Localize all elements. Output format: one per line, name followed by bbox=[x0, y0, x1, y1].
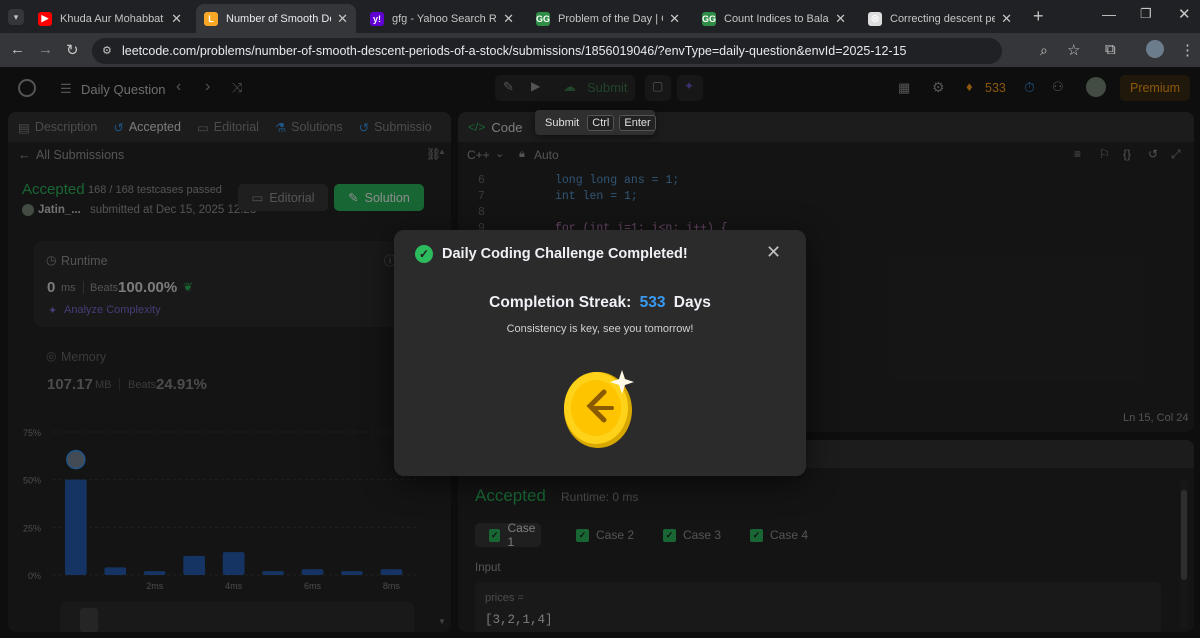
close-icon[interactable]: ✕ bbox=[766, 242, 781, 263]
extensions-icon[interactable]: ⧉ bbox=[1105, 41, 1116, 58]
tab-title: gfg - Yahoo Search Results bbox=[392, 12, 497, 25]
url-text: leetcode.com/problems/number-of-smooth-d… bbox=[122, 44, 907, 58]
submit-tooltip: Submit Ctrl Enter bbox=[535, 110, 656, 135]
browser-tab-bar: ▾ ▶ Khuda Aur Mohabbat - Sea ✕ L Number of S… bbox=[0, 0, 1200, 33]
enter-key: Enter bbox=[619, 114, 656, 131]
modal-title: Daily Coding Challenge Completed! bbox=[442, 246, 688, 262]
site-info-icon[interactable]: ⚙ bbox=[102, 44, 112, 57]
browser-tab[interactable]: ◎ Correcting descent period ✕ bbox=[860, 4, 1020, 33]
modal-message: Consistency is key, see you tomorrow! bbox=[506, 323, 694, 335]
tab-close-icon[interactable]: ✕ bbox=[337, 11, 348, 27]
bookmark-star-icon[interactable]: ☆ bbox=[1067, 41, 1080, 59]
success-check-icon: ✓ bbox=[415, 245, 433, 263]
tab-favicon: ▶ bbox=[38, 11, 52, 26]
profile-avatar[interactable] bbox=[1146, 40, 1164, 58]
streak-line: Completion Streak: 533 Days bbox=[394, 294, 806, 312]
browser-tab[interactable]: ▶ Khuda Aur Mohabbat - Sea ✕ bbox=[30, 4, 190, 33]
browser-tab[interactable]: L Number of Smooth Descen ✕ bbox=[196, 4, 356, 33]
tab-close-icon[interactable]: ✕ bbox=[835, 11, 846, 27]
tab-search-icon[interactable]: ▾ bbox=[8, 9, 24, 25]
tab-close-icon[interactable]: ✕ bbox=[503, 11, 514, 27]
tab-close-icon[interactable]: ✕ bbox=[1001, 11, 1012, 27]
tab-title: Number of Smooth Descen bbox=[226, 12, 331, 25]
tab-title: Problem of the Day | Geek bbox=[558, 12, 663, 25]
browser-menu-icon[interactable]: ⋮ bbox=[1180, 41, 1195, 59]
close-window-icon[interactable]: ✕ bbox=[1178, 5, 1191, 23]
streak-value: 533 bbox=[639, 294, 666, 311]
reload-icon[interactable]: ↻ bbox=[66, 41, 79, 59]
gold-coin-icon bbox=[564, 370, 634, 448]
browser-tab[interactable]: GG Count Indices to Balance E ✕ bbox=[694, 4, 854, 33]
tab-favicon: GG bbox=[702, 11, 717, 26]
forward-icon[interactable]: → bbox=[38, 41, 53, 58]
browser-tab[interactable]: y! gfg - Yahoo Search Results ✕ bbox=[362, 4, 522, 33]
streak-label: Completion Streak: bbox=[489, 294, 632, 311]
tab-close-icon[interactable]: ✕ bbox=[669, 11, 680, 27]
tab-favicon: y! bbox=[370, 11, 384, 26]
browser-tab[interactable]: GG Problem of the Day | Geek ✕ bbox=[528, 4, 688, 33]
tab-close-icon[interactable]: ✕ bbox=[171, 11, 182, 27]
zoom-icon[interactable]: ⌕ bbox=[1040, 42, 1048, 59]
tab-title: Count Indices to Balance E bbox=[724, 12, 829, 25]
back-icon[interactable]: ← bbox=[10, 41, 25, 58]
new-tab-icon[interactable]: + bbox=[1033, 6, 1044, 27]
url-field[interactable]: ⚙ leetcode.com/problems/number-of-smooth… bbox=[92, 38, 1080, 64]
daily-challenge-modal: ✓ Daily Coding Challenge Completed! ✕ Co… bbox=[394, 230, 806, 476]
tab-title: Khuda Aur Mohabbat - Sea bbox=[60, 12, 165, 25]
tab-title: Correcting descent period bbox=[890, 12, 996, 25]
browser-address-bar: ← → ↻ ⚙ leetcode.com/problems/number-of-… bbox=[0, 33, 1200, 67]
tab-favicon: L bbox=[204, 11, 218, 26]
ctrl-key: Ctrl bbox=[587, 114, 615, 131]
restore-icon[interactable]: ❐ bbox=[1140, 6, 1152, 22]
minimize-icon[interactable]: — bbox=[1102, 6, 1116, 22]
tab-favicon: GG bbox=[536, 11, 551, 26]
streak-unit: Days bbox=[673, 294, 711, 311]
tab-favicon: ◎ bbox=[868, 11, 882, 26]
